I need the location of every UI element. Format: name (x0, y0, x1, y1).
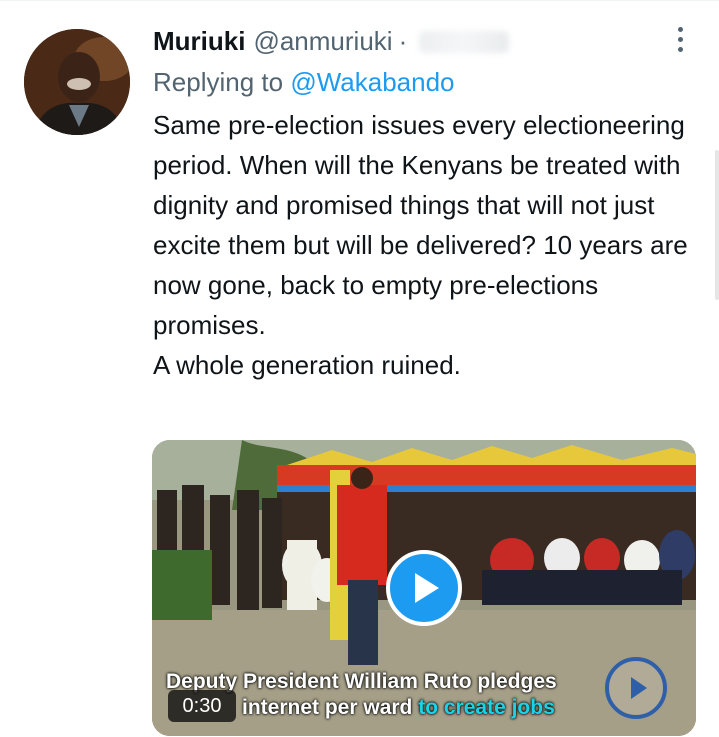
display-name[interactable]: Muriuki (153, 24, 245, 58)
reply-prefix: Replying to (153, 67, 284, 97)
reply-mention-link[interactable]: @Wakabando (290, 67, 454, 97)
play-button[interactable] (386, 550, 462, 626)
tweet-header: Muriuki @anmuriuki · (153, 24, 698, 60)
tweet-text-paragraph: A whole generation ruined. (153, 350, 461, 380)
play-icon (415, 573, 439, 603)
channel-logo-icon (605, 657, 667, 719)
avatar-photo (24, 29, 130, 135)
caption-line-2-highlight: to create jobs (418, 696, 555, 719)
tweet: Muriuki @anmuriuki · Replying to @Wakaba… (153, 24, 698, 385)
handle[interactable]: @anmuriuki (253, 24, 392, 58)
separator-dot: · (398, 26, 408, 56)
avatar[interactable] (24, 29, 130, 135)
redacted-timestamp (419, 31, 510, 53)
tweet-text-paragraph: Same pre-election issues every electione… (153, 110, 688, 340)
top-divider (0, 0, 719, 1)
scrollbar[interactable] (715, 150, 719, 300)
video-duration: 0:30 (168, 690, 236, 722)
logo-play-shape (630, 677, 647, 699)
reply-context: Replying to @Wakabando (153, 65, 698, 99)
caption-line-2-white: internet per ward (242, 696, 413, 719)
tweet-text: Same pre-election issues every electione… (153, 105, 698, 385)
